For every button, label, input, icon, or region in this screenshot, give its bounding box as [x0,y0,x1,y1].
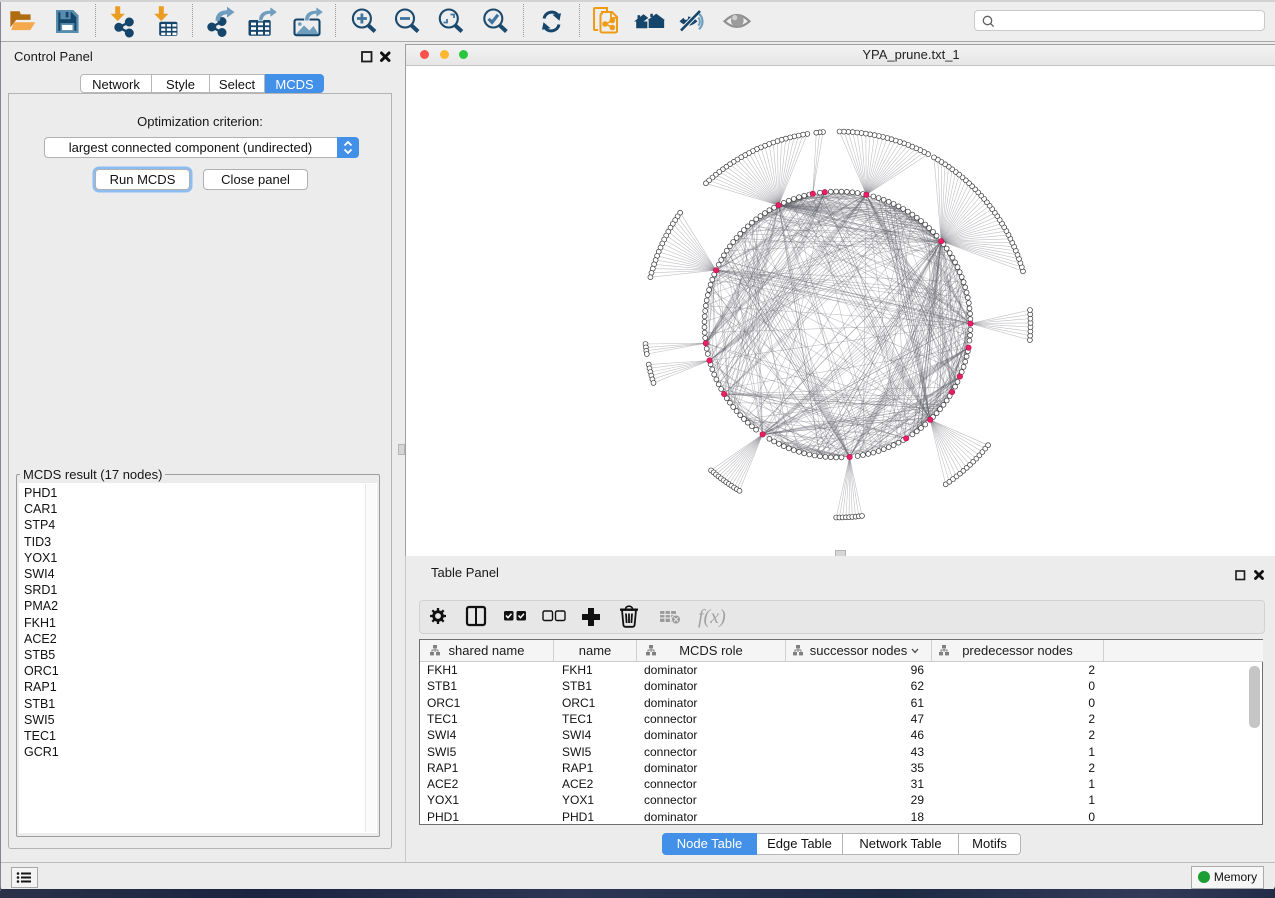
svg-text:f(x): f(x) [698,606,726,628]
